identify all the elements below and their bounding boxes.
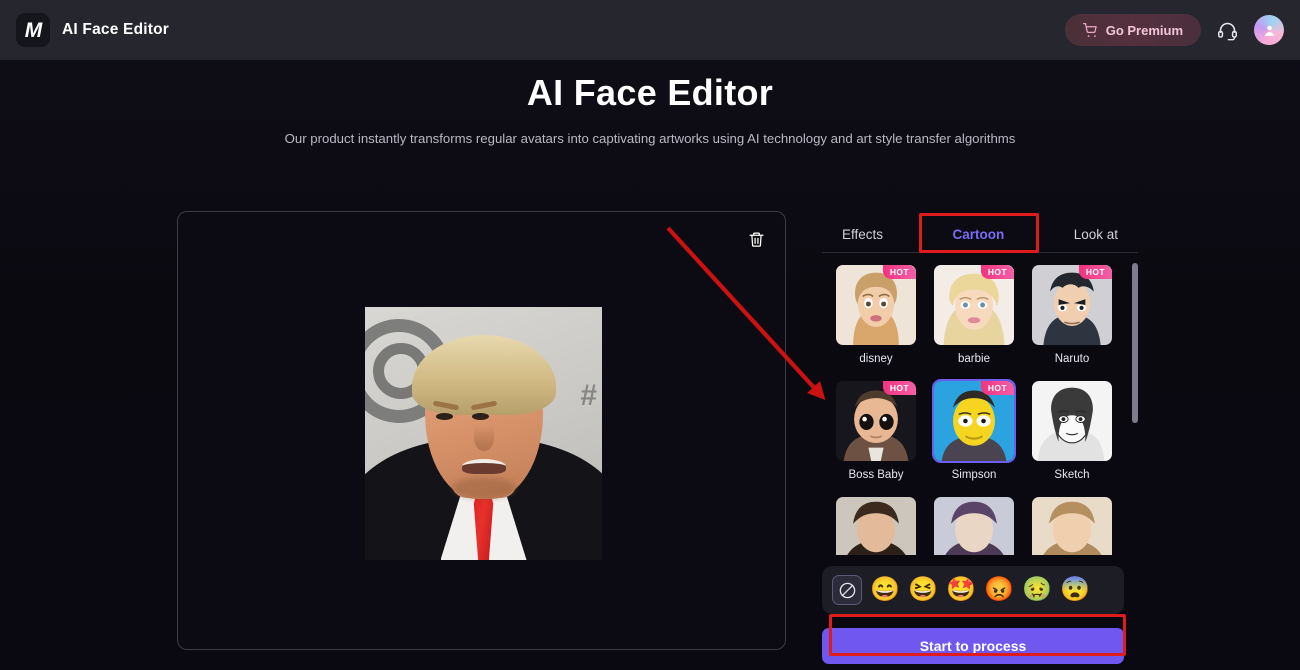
tab-look-at[interactable]: Look at [1064, 227, 1128, 252]
expression-selector: 😄 😆 🤩 😡 🤢 😨 [822, 566, 1124, 614]
thumbnail-scrollbar-track[interactable] [1132, 263, 1138, 555]
angry-face-emoji[interactable]: 😡 [984, 575, 1014, 605]
style-label: Simpson [951, 469, 997, 481]
header-actions: Go Premium [1064, 14, 1284, 46]
subject-eye-right [472, 413, 489, 420]
style-option-sketch[interactable]: Sketch [1030, 379, 1114, 481]
style-option-row3-1[interactable] [834, 495, 918, 555]
style-option-row3-3[interactable] [1030, 495, 1114, 555]
style-option-row3-2[interactable] [932, 495, 1016, 555]
grinning-face-emoji[interactable]: 😄 [870, 575, 900, 605]
excited-face-emoji[interactable]: 🤩 [946, 575, 976, 605]
laughing-crying-face-emoji[interactable]: 😆 [908, 575, 938, 605]
app-root: M AI Face Editor Go Premium AI Face Edit… [0, 0, 1300, 670]
go-premium-button[interactable]: Go Premium [1064, 14, 1201, 46]
hot-badge: HOT [980, 265, 1014, 279]
user-avatar-icon[interactable] [1254, 15, 1284, 45]
trash-icon[interactable] [743, 226, 769, 252]
style-option-naruto[interactable]: HOT Naruto [1030, 263, 1114, 365]
style-thumbnail[interactable]: HOT [932, 379, 1016, 463]
style-option-simpson[interactable]: HOT Simpson [932, 379, 1016, 481]
style-art [1032, 497, 1112, 555]
style-thumbnail[interactable] [1030, 379, 1114, 463]
style-thumbnail[interactable]: HOT [1030, 263, 1114, 347]
page-subtitle: Our product instantly transforms regular… [284, 131, 1016, 146]
style-label: barbie [958, 353, 990, 365]
subject-eye-left [436, 413, 453, 420]
style-thumbnail-grid: HOT disney HOT barbie HOT Naruto HOT Bos… [822, 263, 1138, 555]
uploaded-portrait-photo[interactable]: # [365, 307, 602, 560]
style-thumbnail[interactable]: HOT [834, 263, 918, 347]
brand: M AI Face Editor [16, 13, 169, 47]
hot-badge: HOT [882, 381, 916, 395]
image-canvas: # [177, 211, 786, 650]
style-option-disney[interactable]: HOT disney [834, 263, 918, 365]
go-premium-label: Go Premium [1105, 22, 1183, 38]
shocked-face-emoji[interactable]: 😨 [1060, 575, 1090, 605]
hot-badge: HOT [1078, 265, 1112, 279]
app-logo-glyph: M [24, 18, 42, 42]
app-header: M AI Face Editor Go Premium [0, 0, 1300, 60]
hot-badge: HOT [882, 265, 916, 279]
hot-badge: HOT [980, 381, 1014, 395]
tab-cartoon[interactable]: Cartoon [942, 227, 1014, 252]
thumbnail-scrollbar-thumb[interactable] [1132, 263, 1138, 423]
app-logo-icon: M [16, 13, 50, 47]
backdrop-hashtag-glyph: # [580, 379, 597, 412]
subject-mouth [461, 459, 506, 474]
style-tabs: Effects Cartoon Look at [822, 211, 1138, 253]
nauseated-face-emoji[interactable]: 🤢 [1022, 575, 1052, 605]
style-art [836, 497, 916, 555]
style-thumbnail[interactable] [932, 495, 1016, 555]
subject-nose [473, 425, 494, 451]
style-option-boss-baby[interactable]: HOT Boss Baby [834, 379, 918, 481]
subject-chin-shadow [451, 477, 516, 499]
shopping-cart-icon [1082, 22, 1098, 38]
sketch-style-art [1032, 381, 1112, 461]
style-thumbnail[interactable] [834, 495, 918, 555]
headset-icon[interactable] [1217, 20, 1238, 41]
style-thumbnail-scroller[interactable]: HOT disney HOT barbie HOT Naruto HOT Bos… [822, 263, 1138, 555]
page-title: AI Face Editor [526, 72, 774, 113]
brand-title: AI Face Editor [62, 21, 170, 38]
style-label: Sketch [1054, 469, 1090, 481]
tab-effects[interactable]: Effects [832, 227, 893, 252]
style-label: disney [859, 353, 893, 365]
style-thumbnail[interactable]: HOT [834, 379, 918, 463]
style-option-barbie[interactable]: HOT barbie [932, 263, 1016, 365]
style-thumbnail[interactable] [1030, 495, 1114, 555]
style-label: Naruto [1054, 353, 1090, 365]
no-expression-icon[interactable] [832, 575, 862, 605]
start-to-process-button[interactable]: Start to process [822, 628, 1124, 664]
hero-section: AI Face Editor Our product instantly tra… [0, 60, 1300, 146]
style-panel: Effects Cartoon Look at HOT disney HOT b… [822, 211, 1138, 664]
style-thumbnail[interactable]: HOT [932, 263, 1016, 347]
style-art [934, 497, 1014, 555]
style-label: Boss Baby [848, 469, 904, 481]
